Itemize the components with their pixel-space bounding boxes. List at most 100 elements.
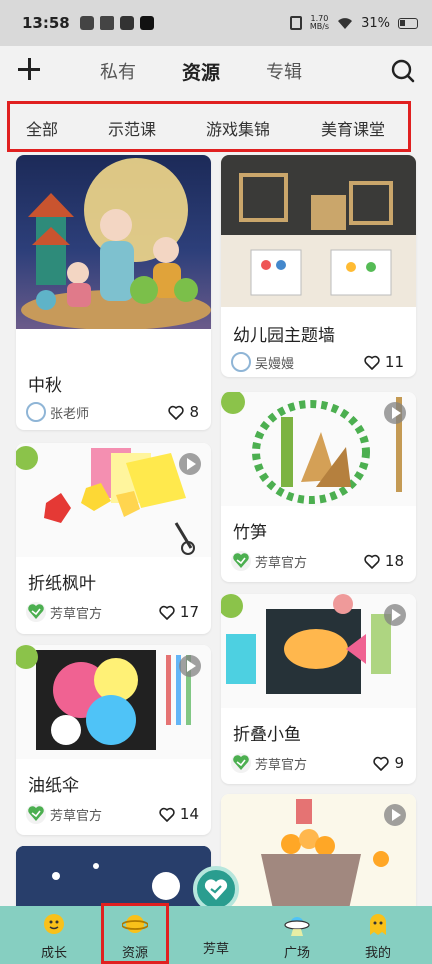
fangcao-logo-icon — [231, 551, 251, 571]
resource-card-partial-left[interactable] — [16, 846, 211, 908]
notification-icons — [79, 16, 154, 30]
ufo-icon — [284, 917, 310, 936]
card-meta: 芳草官方 14 — [26, 804, 199, 824]
filter-all[interactable]: 全部 — [26, 116, 58, 140]
card-thumbnail — [16, 645, 211, 759]
resource-card-origami-maple[interactable]: 折纸枫叶 芳草官方 17 — [16, 443, 211, 634]
ghost-icon — [370, 914, 386, 935]
author-name: 芳草官方 — [255, 555, 308, 571]
play-icon[interactable] — [384, 604, 406, 626]
card-meta: 吴嫚嫚 11 — [231, 352, 404, 372]
card-title: 竹笋 — [233, 523, 267, 543]
author-name: 芳草官方 — [50, 606, 103, 622]
battery-percent: 31% — [361, 15, 390, 31]
nav-label: 我的 — [364, 946, 391, 961]
fangcao-logo-icon — [26, 602, 46, 622]
heart-icon — [373, 756, 390, 771]
mid-autumn-illustration — [21, 158, 211, 329]
resource-feed[interactable]: 中秋 张老师 8 幼儿园主题墙 吴嫚嫚 11 折纸枫叶 芳草官方 17 竹笋 芳… — [0, 152, 432, 908]
search-icon[interactable] — [390, 58, 416, 84]
like-count[interactable]: 8 — [168, 403, 199, 421]
resource-card-bamboo-shoot[interactable]: 竹笋 芳草官方 18 — [221, 392, 416, 582]
heart-icon — [364, 554, 380, 569]
tab-resources[interactable]: 资源 — [182, 58, 220, 85]
card-meta: 芳草官方 17 — [26, 602, 199, 622]
heart-icon — [159, 807, 175, 822]
tiktok-icon — [139, 16, 154, 30]
author-avatar — [26, 402, 46, 422]
like-count[interactable]: 14 — [159, 805, 199, 823]
card-thumbnail — [221, 155, 416, 307]
author-name: 吴嫚嫚 — [255, 356, 295, 372]
card-thumbnail — [16, 846, 211, 908]
bottom-navigation: 成长 资源 芳草 广场 我的 — [0, 906, 432, 964]
heart-icon — [364, 355, 380, 370]
nav-square[interactable]: 广场 — [257, 906, 337, 964]
card-thumbnail — [221, 594, 416, 708]
network-speed: 1.70 MB/s — [309, 14, 330, 31]
category-filter: 全部 示范课 游戏集锦 美育课堂 — [7, 101, 411, 152]
card-title: 折叠小鱼 — [233, 725, 301, 745]
fangcao-logo-icon — [26, 804, 46, 824]
add-icon[interactable] — [16, 56, 42, 82]
top-header: 私有 资源 专辑 — [0, 46, 432, 96]
author-name: 张老师 — [50, 406, 90, 422]
status-time: 13:58 — [22, 14, 70, 32]
status-right: 1.70 MB/s 31% — [289, 14, 418, 31]
like-count[interactable]: 9 — [373, 754, 404, 772]
card-title: 中秋 — [28, 376, 62, 396]
filter-game-collection[interactable]: 游戏集锦 — [206, 116, 270, 140]
nav-label: 芳草 — [202, 942, 229, 957]
card-title: 油纸伞 — [28, 776, 79, 796]
card-meta: 芳草官方 9 — [231, 753, 404, 773]
battery-icon — [398, 17, 418, 29]
card-meta: 芳草官方 18 — [231, 551, 404, 571]
author-name: 芳草官方 — [50, 808, 103, 824]
night-painting-photo — [16, 846, 211, 908]
tab-albums[interactable]: 专辑 — [266, 58, 302, 85]
author-name: 芳草官方 — [255, 757, 308, 773]
vibrate-icon — [289, 16, 302, 30]
card-thumbnail — [221, 392, 416, 506]
top-tabs: 私有 资源 专辑 — [100, 58, 302, 85]
card-title: 幼儿园主题墙 — [233, 326, 335, 346]
nav-fangcao[interactable]: 芳草 — [176, 906, 256, 964]
tab-private[interactable]: 私有 — [100, 58, 136, 85]
heart-badge-icon — [204, 879, 228, 900]
heart-icon — [168, 405, 185, 420]
media-icon — [119, 16, 134, 30]
fangcao-logo-icon — [231, 753, 251, 773]
resource-card-theme-wall[interactable]: 幼儿园主题墙 吴嫚嫚 11 — [221, 155, 416, 377]
play-icon[interactable] — [179, 655, 201, 677]
app-notification-icon — [79, 16, 94, 30]
filter-art-class[interactable]: 美育课堂 — [321, 116, 385, 140]
card-thumbnail — [16, 443, 211, 557]
play-icon[interactable] — [384, 804, 406, 826]
resource-card-oil-paper-umbrella[interactable]: 油纸伞 芳草官方 14 — [16, 645, 211, 835]
crown-icon — [99, 16, 114, 30]
heart-icon — [159, 605, 175, 620]
nav-label: 广场 — [283, 946, 310, 961]
like-count[interactable]: 17 — [159, 603, 199, 621]
like-count[interactable]: 11 — [364, 353, 404, 371]
wifi-icon — [338, 17, 353, 29]
nav-growth[interactable]: 成长 — [14, 906, 94, 964]
play-icon[interactable] — [384, 402, 406, 424]
card-thumbnail — [221, 794, 416, 908]
sun-face-icon — [44, 914, 64, 934]
filter-demo-class[interactable]: 示范课 — [108, 116, 156, 140]
resource-card-mid-autumn[interactable]: 中秋 张老师 8 — [16, 155, 211, 430]
classroom-wall-photo — [221, 155, 416, 307]
card-meta: 张老师 8 — [26, 402, 199, 422]
resource-card-folded-fish[interactable]: 折叠小鱼 芳草官方 9 — [221, 594, 416, 784]
play-icon[interactable] — [179, 453, 201, 475]
card-title: 折纸枫叶 — [28, 574, 96, 594]
author-avatar — [231, 352, 251, 372]
nav-label: 成长 — [40, 946, 67, 961]
status-bar: 13:58 1.70 MB/s 31% — [0, 0, 432, 46]
like-count[interactable]: 18 — [364, 552, 404, 570]
card-thumbnail — [16, 155, 211, 329]
resource-card-partial-right[interactable] — [221, 794, 416, 908]
highlight-box-resources — [101, 903, 169, 964]
nav-mine[interactable]: 我的 — [338, 906, 418, 964]
